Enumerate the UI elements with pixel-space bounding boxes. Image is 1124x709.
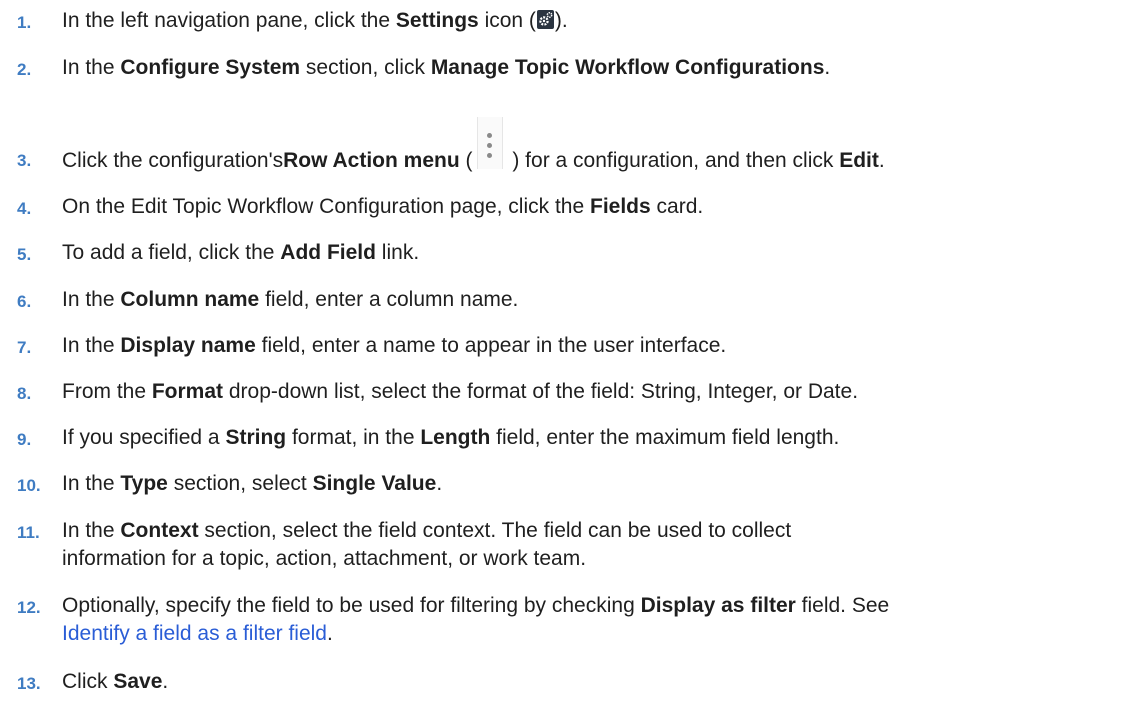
step-text: In the Column name field, enter a column… [62, 288, 519, 311]
step-number: 4. [17, 199, 32, 218]
step-text: To add a field, click the Add Field link… [62, 241, 420, 264]
step-text: In the Configure System section, click M… [62, 56, 831, 79]
settings-icon [536, 10, 554, 29]
step-12: 12. Optionally, specify the field to be … [0, 592, 1124, 648]
ui-term-column-name: Column name [120, 288, 260, 311]
ui-term-length: Length [420, 426, 491, 449]
ui-term-row-action-menu: Row Action menu [283, 149, 460, 172]
ui-term-edit: Edit [839, 149, 879, 172]
step-text: In the left navigation pane, click the S… [62, 9, 568, 32]
step-number: 10. [17, 476, 41, 495]
step-number: 5. [17, 245, 32, 264]
step-number: 3. [17, 151, 32, 170]
step-text: Click Save. [62, 670, 169, 693]
step-number: 8. [17, 384, 32, 403]
step-text: In the Context section, select the field… [62, 519, 792, 570]
kebab-menu-icon [476, 117, 503, 169]
identify-filter-field-link[interactable]: Identify a field as a filter field [62, 622, 327, 645]
ui-term-type: Type [120, 472, 168, 495]
step-text: From the Format drop-down list, select t… [62, 380, 859, 403]
step-text: Click the configuration's Row Action men… [62, 117, 885, 175]
step-number: 9. [17, 430, 32, 449]
ui-term-string: String [225, 426, 287, 449]
step-3: 3. Click the configuration's Row Action … [0, 117, 1124, 173]
step-text: On the Edit Topic Workflow Configuration… [62, 195, 704, 218]
ui-term-single-value: Single Value [312, 472, 437, 495]
step-text: In the Type section, select Single Value… [62, 472, 443, 495]
step-number: 13. [17, 674, 41, 693]
step-11: 11. In the Context section, select the f… [0, 517, 1124, 573]
step-number: 11. [17, 523, 40, 542]
ui-term-display-as-filter: Display as filter [640, 594, 796, 617]
step-text: If you specified a String format, in the… [62, 426, 840, 449]
ui-term-configure-system: Configure System [120, 56, 301, 79]
step-number: 1. [17, 13, 32, 32]
ui-term-add-field: Add Field [280, 241, 376, 264]
step-text: Optionally, specify the field to be used… [62, 594, 890, 645]
ui-term-context: Context [120, 519, 199, 542]
ui-term-fields: Fields [590, 195, 651, 218]
ui-term-settings: Settings [395, 9, 479, 32]
step-number: 2. [17, 60, 32, 79]
step-number: 12. [17, 598, 41, 617]
step-number: 7. [17, 338, 32, 357]
step-text: In the Display name field, enter a name … [62, 334, 727, 357]
ui-term-display-name: Display name [120, 334, 256, 357]
ui-term-save: Save [113, 670, 163, 693]
step-number: 6. [17, 292, 32, 311]
ui-term-format: Format [151, 380, 224, 403]
ui-term-manage-topic-workflow-configurations: Manage Topic Workflow Configurations [430, 56, 825, 79]
